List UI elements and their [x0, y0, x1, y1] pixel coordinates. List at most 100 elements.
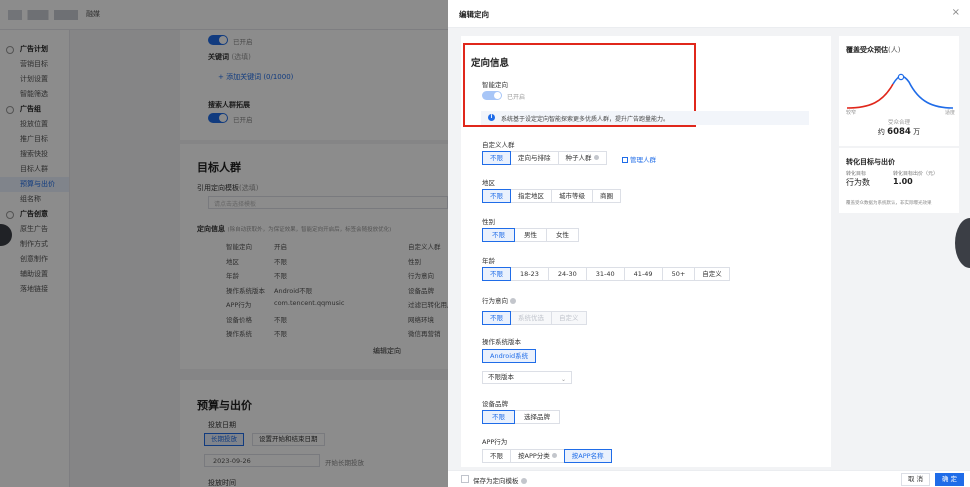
estimate-status: 受众合理	[887, 120, 910, 126]
option-label: 男性	[524, 231, 537, 239]
option-label: 18-23	[520, 270, 539, 278]
option-label: 定向与排除	[518, 154, 551, 162]
option-label: 50+	[671, 270, 686, 278]
age-option[interactable]: 自定义	[694, 267, 730, 281]
custom-audience-label: 自定义人群	[482, 141, 515, 149]
behavior-option[interactable]: 自定义	[551, 311, 587, 325]
gender-option[interactable]: 女性	[546, 228, 579, 242]
estimate-title: 覆盖受众预估(人)	[846, 46, 901, 54]
right-edge-circle	[955, 218, 970, 268]
help-icon	[510, 298, 516, 304]
brand-options: 不限 选择品牌	[482, 410, 560, 424]
age-option[interactable]: 50+	[661, 267, 696, 281]
region-option[interactable]: 城市等级	[551, 189, 593, 203]
save-template-checkbox[interactable]	[461, 475, 469, 483]
curve-right	[892, 75, 954, 109]
drawer-title: 编辑定向	[459, 10, 489, 19]
save-template-label: 保存为定向模板	[473, 475, 527, 485]
help-icon	[593, 155, 599, 160]
help-icon	[551, 453, 557, 458]
audience-estimate-card: 覆盖受众预估(人) 较窄 适度 受众合理 约 6084 万	[839, 36, 959, 146]
estimate-narrow-label: 较窄	[846, 110, 857, 116]
behavior-options: 不限 系统优选 自定义	[482, 311, 587, 325]
external-link-icon	[622, 157, 628, 163]
option-label: 商圈	[600, 192, 613, 200]
behavior-option[interactable]: 系统优选	[510, 311, 552, 325]
estimate-moderate-label: 适度	[945, 110, 956, 116]
smart-targeting-state: 已开启	[507, 94, 526, 101]
chevron-down-icon: ⌄	[560, 376, 566, 383]
age-option[interactable]: 不限	[482, 267, 511, 281]
region-option[interactable]: 不限	[482, 189, 511, 203]
option-label: 不限	[490, 452, 503, 460]
gender-options: 不限 男性 女性	[482, 228, 579, 242]
option-label: 31-40	[595, 270, 615, 278]
option-label: 按APP名称	[571, 452, 604, 460]
gender-option[interactable]: 不限	[482, 228, 515, 242]
manage-audience-link[interactable]: 管理人群	[622, 154, 656, 164]
bid-price-label: 转化目标出价（元）	[893, 171, 939, 177]
bid-price-value: 1.00	[893, 177, 913, 186]
targeting-form: 定向信息 智能定向 已开启 i 系统基于设定定向智能探索更多优质人群，提升广告跑…	[461, 36, 831, 467]
app-behavior-label: APP行为	[482, 438, 508, 446]
app-option[interactable]: 按APP名称	[563, 449, 612, 463]
app-option[interactable]: 不限	[482, 449, 511, 463]
curve-left	[846, 83, 894, 109]
age-option[interactable]: 41-49	[623, 267, 663, 281]
drawer-header: 编辑定向 ×	[448, 0, 970, 28]
option-label: 选择品牌	[524, 413, 550, 421]
app-option[interactable]: 按APP分类	[510, 449, 565, 463]
age-option[interactable]: 31-40	[585, 267, 625, 281]
smart-targeting-toggle[interactable]	[482, 91, 502, 100]
option-label: 指定地区	[518, 192, 544, 200]
age-label: 年龄	[482, 257, 495, 265]
option-label: 不限	[490, 192, 503, 200]
option-label: 不限	[492, 231, 505, 239]
modal-overlay[interactable]	[0, 0, 448, 487]
smart-targeting-label: 智能定向	[482, 81, 508, 89]
os-tab-android[interactable]: Android系统	[482, 349, 537, 363]
brand-option[interactable]: 不限	[482, 410, 515, 424]
custom-option[interactable]: 不限	[482, 151, 511, 165]
section-title: 定向信息	[471, 58, 510, 69]
option-label: 系统优选	[518, 314, 544, 322]
option-label: 种子人群	[565, 154, 592, 162]
bid-card: 转化目标与出价 转化目标 转化目标出价（元） 行为数 1.00 覆盖受众数据为系…	[839, 148, 959, 213]
option-label: 不限	[490, 154, 503, 162]
os-version-label: 操作系统版本	[482, 338, 521, 346]
option-label: 不限	[490, 270, 503, 278]
region-option[interactable]: 商圈	[592, 189, 621, 203]
info-text: 系统基于设定定向智能探索更多优质人群，提升广告跑量能力。	[501, 116, 670, 123]
option-label: 不限	[492, 413, 505, 421]
behavior-option[interactable]: 不限	[482, 311, 511, 325]
brand-option[interactable]: 选择品牌	[514, 410, 560, 424]
custom-option[interactable]: 种子人群	[557, 151, 607, 165]
age-option[interactable]: 24-30	[547, 267, 587, 281]
option-label: 24-30	[557, 270, 577, 278]
option-label: 自定义	[559, 314, 579, 322]
info-icon: i	[488, 114, 495, 121]
custom-option[interactable]: 定向与排除	[510, 151, 559, 165]
option-label: 自定义	[702, 270, 722, 278]
cancel-button[interactable]: 取 消	[901, 473, 930, 486]
bid-title: 转化目标与出价	[846, 158, 895, 166]
edit-targeting-drawer: 编辑定向 × 定向信息 智能定向 已开启 i 系统基于设定定向智能探索更多优质人…	[448, 0, 970, 487]
region-option[interactable]: 指定地区	[510, 189, 552, 203]
confirm-button[interactable]: 确 定	[935, 473, 964, 486]
gender-option[interactable]: 男性	[514, 228, 547, 242]
os-version-select[interactable]: 不限版本 ⌄	[482, 371, 572, 384]
behavior-label: 行为意向	[482, 295, 516, 305]
option-label: 41-49	[633, 270, 653, 278]
os-tabs: Android系统	[482, 349, 537, 363]
close-icon[interactable]: ×	[952, 8, 960, 18]
age-option[interactable]: 18-23	[510, 267, 549, 281]
info-bar: i 系统基于设定定向智能探索更多优质人群，提升广告跑量能力。	[481, 111, 809, 125]
brand-label: 设备品牌	[482, 400, 508, 408]
region-options: 不限 指定地区 城市等级 商圈	[482, 189, 621, 203]
bid-goal-value: 行为数	[846, 178, 870, 187]
option-label: 城市等级	[559, 192, 585, 200]
app-behavior-options: 不限 按APP分类 按APP名称	[482, 449, 612, 463]
audience-curve	[846, 73, 954, 109]
age-options: 不限 18-23 24-30 31-40 41-49 50+ 自定义	[482, 267, 730, 281]
option-label: 不限	[490, 314, 503, 322]
